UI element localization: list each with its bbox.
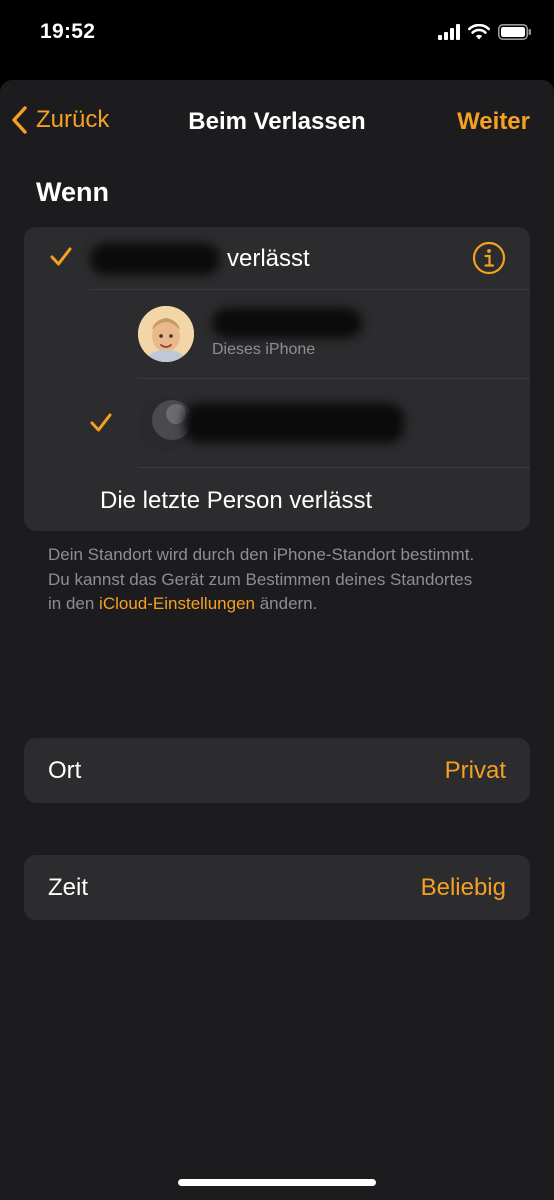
redacted-name [90, 243, 220, 275]
device-subtitle: Dieses iPhone [212, 341, 316, 358]
memoji-avatar-icon [138, 306, 194, 362]
next-button[interactable]: Weiter [457, 108, 530, 136]
location-row[interactable]: Ort Privat [24, 738, 530, 803]
checkmark-icon [90, 413, 112, 432]
option-label-leaves: verlässt [227, 245, 310, 272]
cellular-signal-icon [438, 24, 460, 40]
section-title-wenn: Wenn [36, 177, 109, 207]
wifi-icon [468, 24, 490, 40]
status-time: 19:52 [40, 20, 96, 43]
redacted-name [212, 308, 362, 338]
location-value: Privat [444, 757, 506, 784]
info-icon[interactable] [472, 241, 506, 275]
option-person-1[interactable]: Dieses iPhone [24, 290, 530, 378]
modal-sheet: Zurück Beim Verlassen Weiter Wenn verläs… [0, 80, 554, 1200]
option-label-last-person: Die letzte Person verlässt [100, 487, 373, 514]
redacted-name [184, 403, 404, 443]
option-last-person-leaves[interactable]: Die letzte Person verlässt [24, 468, 530, 531]
when-options-card: verlässt Dieses iPhone Die letzte Person… [24, 227, 530, 531]
icloud-settings-link[interactable]: iCloud-Einstellungen [99, 594, 255, 613]
navigation-bar: Zurück Beim Verlassen Weiter [0, 80, 554, 164]
location-footnote: Dein Standort wird durch den iPhone-Stan… [48, 543, 488, 617]
home-indicator[interactable] [178, 1179, 376, 1186]
checkmark-icon [50, 247, 72, 266]
time-value: Beliebig [420, 874, 506, 901]
footnote-text-end: ändern. [254, 594, 318, 613]
time-label: Zeit [48, 874, 89, 901]
status-icons [438, 24, 532, 40]
avatar [138, 306, 194, 362]
battery-icon [498, 24, 531, 40]
time-row[interactable]: Zeit Beliebig [24, 855, 530, 920]
option-person-leaves[interactable]: verlässt [24, 227, 530, 289]
option-person-2[interactable] [24, 379, 530, 467]
status-bar: 19:52 [0, 0, 554, 70]
location-label: Ort [48, 757, 82, 784]
